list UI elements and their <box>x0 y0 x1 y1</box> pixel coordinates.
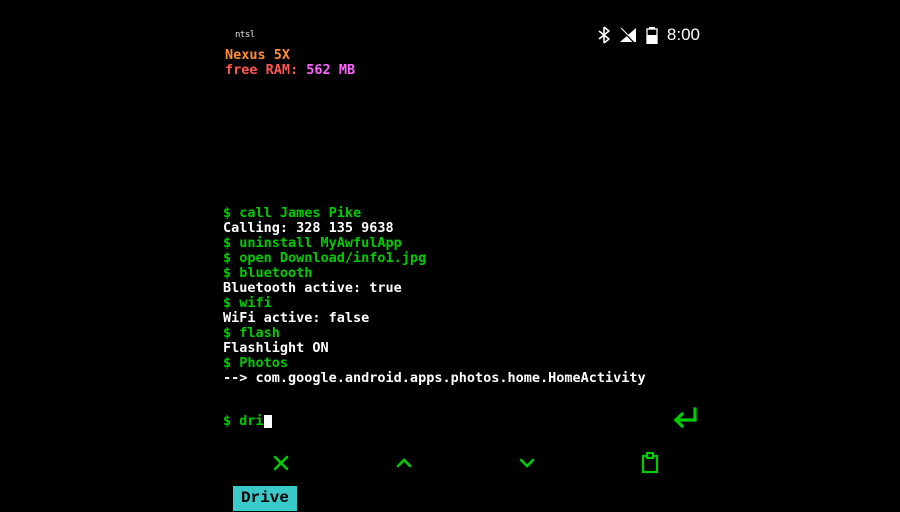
typed-text: dri <box>239 414 263 429</box>
command-line: $ wifi <box>223 296 708 311</box>
bluetooth-icon <box>595 26 613 44</box>
command-line: $ flash <box>223 326 708 341</box>
ram-label: free RAM: <box>225 62 298 78</box>
command-line: $ call James Pike <box>223 206 708 221</box>
status-clock: 8:00 <box>667 25 700 45</box>
output-line: WiFi active: false <box>223 311 708 326</box>
ram-unit: MB <box>339 62 355 78</box>
close-button[interactable] <box>261 447 301 479</box>
suggestion-chip[interactable]: Drive <box>233 486 297 511</box>
text-cursor <box>264 415 272 428</box>
signal-icon <box>619 26 637 44</box>
output-line: --> com.google.android.apps.photos.home.… <box>223 371 708 386</box>
status-left-label: ntsl <box>225 30 255 40</box>
terminal-output: $ call James PikeCalling: 328 135 9638$ … <box>223 206 708 386</box>
output-line: Flashlight ON <box>223 341 708 356</box>
command-line: $ open Download/info1.jpg <box>223 251 708 266</box>
output-line: Bluetooth active: true <box>223 281 708 296</box>
enter-button[interactable] <box>668 406 698 434</box>
prompt: $ <box>223 414 231 429</box>
clipboard-button[interactable] <box>630 447 670 479</box>
terminal-app-screen: ntsl 8:00 <box>219 18 712 510</box>
status-right-cluster: 8:00 <box>595 25 706 45</box>
command-input-line[interactable]: $ dri <box>223 414 272 429</box>
status-bar: ntsl 8:00 <box>225 24 706 46</box>
battery-icon <box>643 26 661 44</box>
device-name: Nexus 5X <box>225 48 355 63</box>
command-line: $ Photos <box>223 356 708 371</box>
command-line: $ bluetooth <box>223 266 708 281</box>
device-header: Nexus 5X free RAM: 562 MB <box>225 48 355 78</box>
toolbar <box>219 444 712 482</box>
history-up-button[interactable] <box>384 447 424 479</box>
ram-value: 562 <box>306 62 330 78</box>
ram-line: free RAM: 562 MB <box>225 63 355 78</box>
command-line: $ uninstall MyAwfulApp <box>223 236 708 251</box>
history-down-button[interactable] <box>507 447 547 479</box>
output-line: Calling: 328 135 9638 <box>223 221 708 236</box>
